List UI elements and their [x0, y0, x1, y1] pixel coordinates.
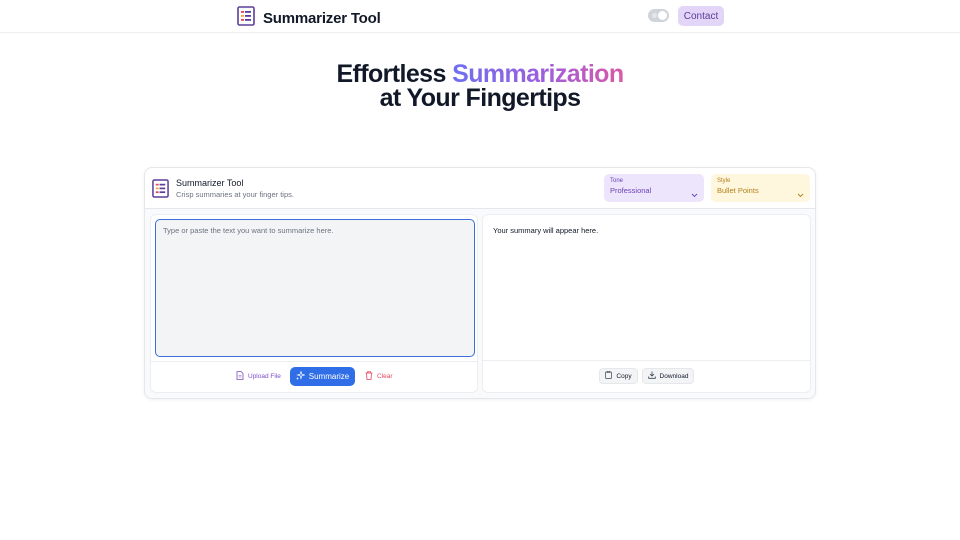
top-navigation-bar: Summarizer Tool Contact	[0, 0, 960, 33]
clear-button[interactable]: Clear	[365, 371, 393, 382]
card-subtitle: Crisp summaries at your finger tips.	[176, 190, 294, 199]
sun-icon	[652, 13, 657, 18]
brand[interactable]: Summarizer Tool	[237, 6, 381, 31]
style-select[interactable]: Style Bullet Points	[711, 174, 810, 202]
summarize-button[interactable]: Summarize	[290, 367, 355, 386]
tone-value: Professional	[610, 186, 652, 195]
output-actions: Copy Download	[483, 360, 810, 392]
summarizer-card: Summarizer Tool Crisp summaries at your …	[144, 167, 816, 399]
contact-button[interactable]: Contact	[678, 6, 724, 26]
output-pane: Your summary will appear here. Copy Down…	[482, 214, 811, 393]
document-list-icon	[237, 6, 255, 31]
hero-line-1: Effortless Summarization	[0, 62, 960, 87]
theme-toggle[interactable]	[648, 9, 669, 22]
upload-file-button[interactable]: Upload File	[236, 371, 281, 382]
document-list-icon	[152, 179, 169, 203]
chevron-down-icon	[691, 185, 698, 203]
file-icon	[236, 371, 244, 382]
clear-label: Clear	[377, 373, 393, 380]
summarize-label: Summarize	[308, 372, 350, 381]
hero-heading: Effortless Summarization at Your Fingert…	[0, 62, 960, 112]
chevron-down-icon	[797, 185, 804, 203]
download-icon	[647, 371, 656, 381]
download-label: Download	[659, 372, 689, 380]
brand-title: Summarizer Tool	[263, 10, 381, 27]
sparkles-icon	[295, 370, 306, 382]
toggle-knob	[658, 11, 667, 20]
style-label: Style	[717, 178, 731, 184]
tone-select[interactable]: Tone Professional	[604, 174, 704, 202]
input-pane: Upload File Summarize Clear	[150, 214, 478, 393]
style-value: Bullet Points	[717, 186, 759, 195]
source-text-input[interactable]	[155, 219, 475, 357]
tone-label: Tone	[610, 178, 624, 184]
download-button[interactable]: Download	[642, 368, 694, 384]
card-header: Summarizer Tool Crisp summaries at your …	[145, 168, 815, 209]
card-title: Summarizer Tool	[176, 178, 244, 188]
summary-output: Your summary will appear here.	[493, 226, 599, 235]
input-actions: Upload File Summarize Clear	[151, 361, 477, 392]
copy-button[interactable]: Copy	[599, 368, 638, 384]
copy-label: Copy	[616, 372, 632, 380]
clipboard-icon	[605, 371, 613, 381]
hero-line-2: at Your Fingertips	[379, 84, 581, 112]
upload-file-label: Upload File	[248, 373, 281, 380]
trash-icon	[365, 371, 373, 382]
